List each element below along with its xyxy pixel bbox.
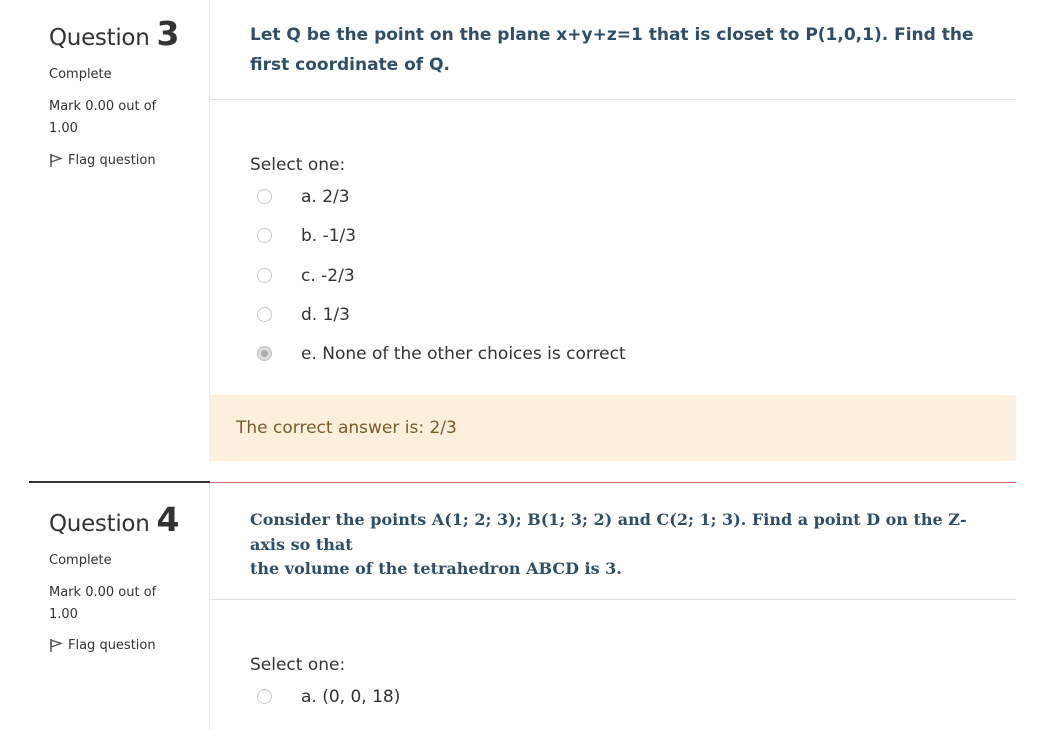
question-number-value: 4 [156, 500, 180, 539]
answer-option-c[interactable]: c. -2/3 [257, 266, 355, 286]
question-grade: Mark 0.00 out of 1.00 [49, 585, 157, 622]
question-number: Question 4 [49, 500, 179, 539]
answer-option-label: a. (0, 0, 18) [301, 687, 401, 707]
question-label: Question [49, 25, 150, 51]
answer-option-b[interactable]: b. -1/3 [257, 226, 356, 246]
flag-question-toggle[interactable]: Flag question [49, 153, 156, 168]
flag-icon [49, 638, 63, 653]
question-number: Question 3 [49, 14, 179, 53]
question-4: Question 4 Complete Mark 0.00 out of 1.0… [0, 481, 1043, 730]
radio-button[interactable] [257, 268, 272, 283]
question-number-value: 3 [156, 14, 180, 53]
question-label: Question [49, 511, 150, 537]
flag-question-label: Flag question [68, 638, 156, 653]
answer-option-label: e. None of the other choices is correct [301, 344, 626, 364]
answer-option-label: a. 2/3 [301, 187, 350, 207]
radio-button-selected[interactable] [257, 346, 272, 361]
question-text-continued: the volume of the tetrahedron ABCD is 3. [250, 559, 622, 578]
flag-icon [49, 153, 63, 168]
answer-option-e[interactable]: e. None of the other choices is correct [257, 344, 626, 364]
answer-option-label: b. -1/3 [301, 226, 357, 246]
question-text-divider [210, 99, 1016, 100]
question-state: Complete [49, 553, 112, 568]
radio-button[interactable] [257, 689, 272, 704]
select-one-prompt: Select one: [250, 155, 346, 175]
question-state: Complete [49, 67, 112, 82]
flag-question-label: Flag question [68, 153, 156, 168]
question-text-divider [210, 599, 1016, 600]
question-grade: Mark 0.00 out of 1.00 [49, 99, 157, 136]
answer-option-a[interactable]: a. (0, 0, 18) [257, 687, 400, 707]
radio-button[interactable] [257, 307, 272, 322]
answer-option-a[interactable]: a. 2/3 [257, 187, 350, 207]
question-3: Question 3 Complete Mark 0.00 out of 1.0… [0, 0, 1043, 462]
correct-answer-feedback: The correct answer is: 2/3 [209, 395, 1016, 461]
question-text: Consider the points A(1; 2; 3); B(1; 3; … [250, 510, 967, 554]
answer-option-d[interactable]: d. 1/3 [257, 305, 350, 325]
radio-button[interactable] [257, 228, 272, 243]
question-text: Let Q be the point on the plane x+y+z=1 … [250, 25, 974, 75]
answer-option-label: c. -2/3 [301, 266, 355, 286]
select-one-prompt: Select one: [250, 655, 346, 675]
correct-answer-text: The correct answer is: 2/3 [236, 418, 457, 438]
radio-button[interactable] [257, 189, 272, 204]
answer-option-label: d. 1/3 [301, 305, 350, 325]
flag-question-toggle[interactable]: Flag question [49, 638, 156, 653]
